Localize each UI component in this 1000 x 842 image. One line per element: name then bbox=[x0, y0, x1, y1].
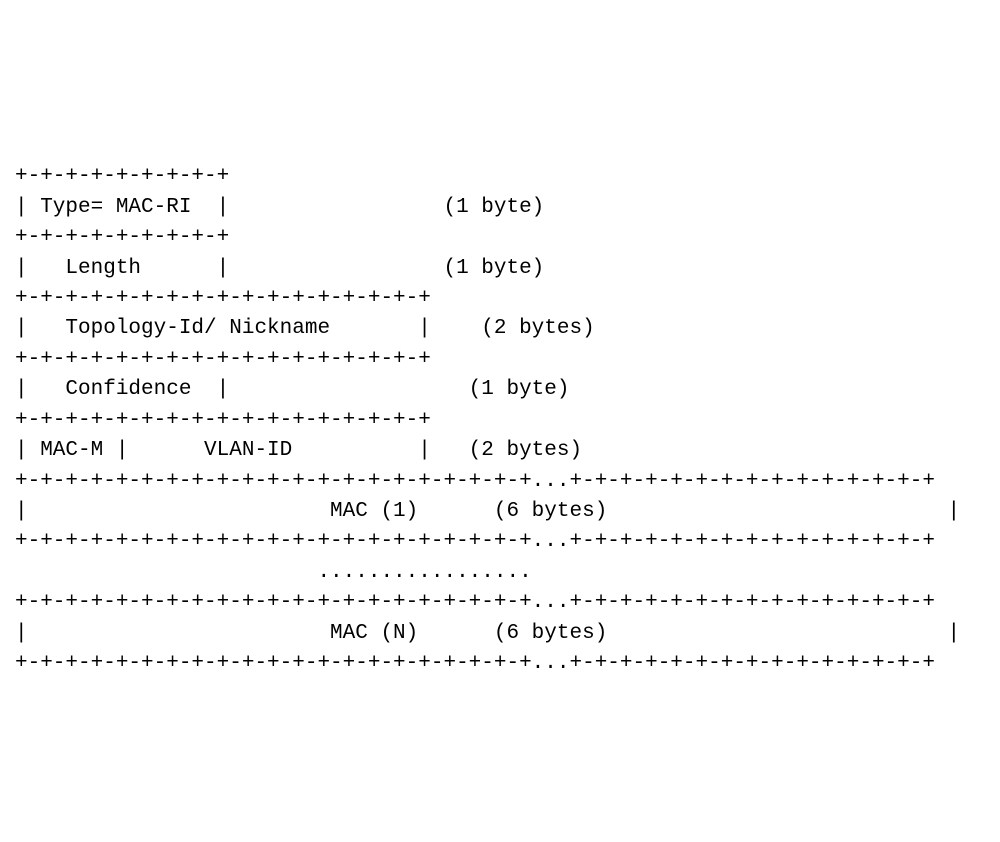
packet-format-diagram: +-+-+-+-+-+-+-+-+ | Type= MAC-RI | (1 by… bbox=[15, 132, 985, 680]
border-vlan-mac1: +-+-+-+-+-+-+-+-+-+-+-+-+-+-+-+-+-+-+-+-… bbox=[15, 470, 935, 493]
border-bottom: +-+-+-+-+-+-+-+-+-+-+-+-+-+-+-+-+-+-+-+-… bbox=[15, 652, 935, 675]
border-confidence-vlan: +-+-+-+-+-+-+-+-+-+-+-+-+-+-+-+-+ bbox=[15, 409, 431, 432]
border-length-topology: +-+-+-+-+-+-+-+-+-+-+-+-+-+-+-+-+ bbox=[15, 287, 431, 310]
field-type: | Type= MAC-RI | (1 byte) bbox=[15, 196, 544, 219]
border-topology-confidence: +-+-+-+-+-+-+-+-+-+-+-+-+-+-+-+-+ bbox=[15, 348, 431, 371]
field-mac-n: | MAC (N) (6 bytes) | bbox=[15, 622, 960, 645]
border-top-type: +-+-+-+-+-+-+-+-+ bbox=[15, 165, 229, 188]
field-ellipsis: ................. bbox=[15, 561, 532, 584]
border-mac1-ellipsis: +-+-+-+-+-+-+-+-+-+-+-+-+-+-+-+-+-+-+-+-… bbox=[15, 530, 935, 553]
border-type-length: +-+-+-+-+-+-+-+-+ bbox=[15, 226, 229, 249]
field-length: | Length | (1 byte) bbox=[15, 257, 544, 280]
field-confidence: | Confidence | (1 byte) bbox=[15, 378, 570, 401]
field-macm-vlanid: | MAC-M | VLAN-ID | (2 bytes) bbox=[15, 439, 582, 462]
field-mac-1: | MAC (1) (6 bytes) | bbox=[15, 500, 960, 523]
field-topology-nickname: | Topology-Id/ Nickname | (2 bytes) bbox=[15, 317, 595, 340]
